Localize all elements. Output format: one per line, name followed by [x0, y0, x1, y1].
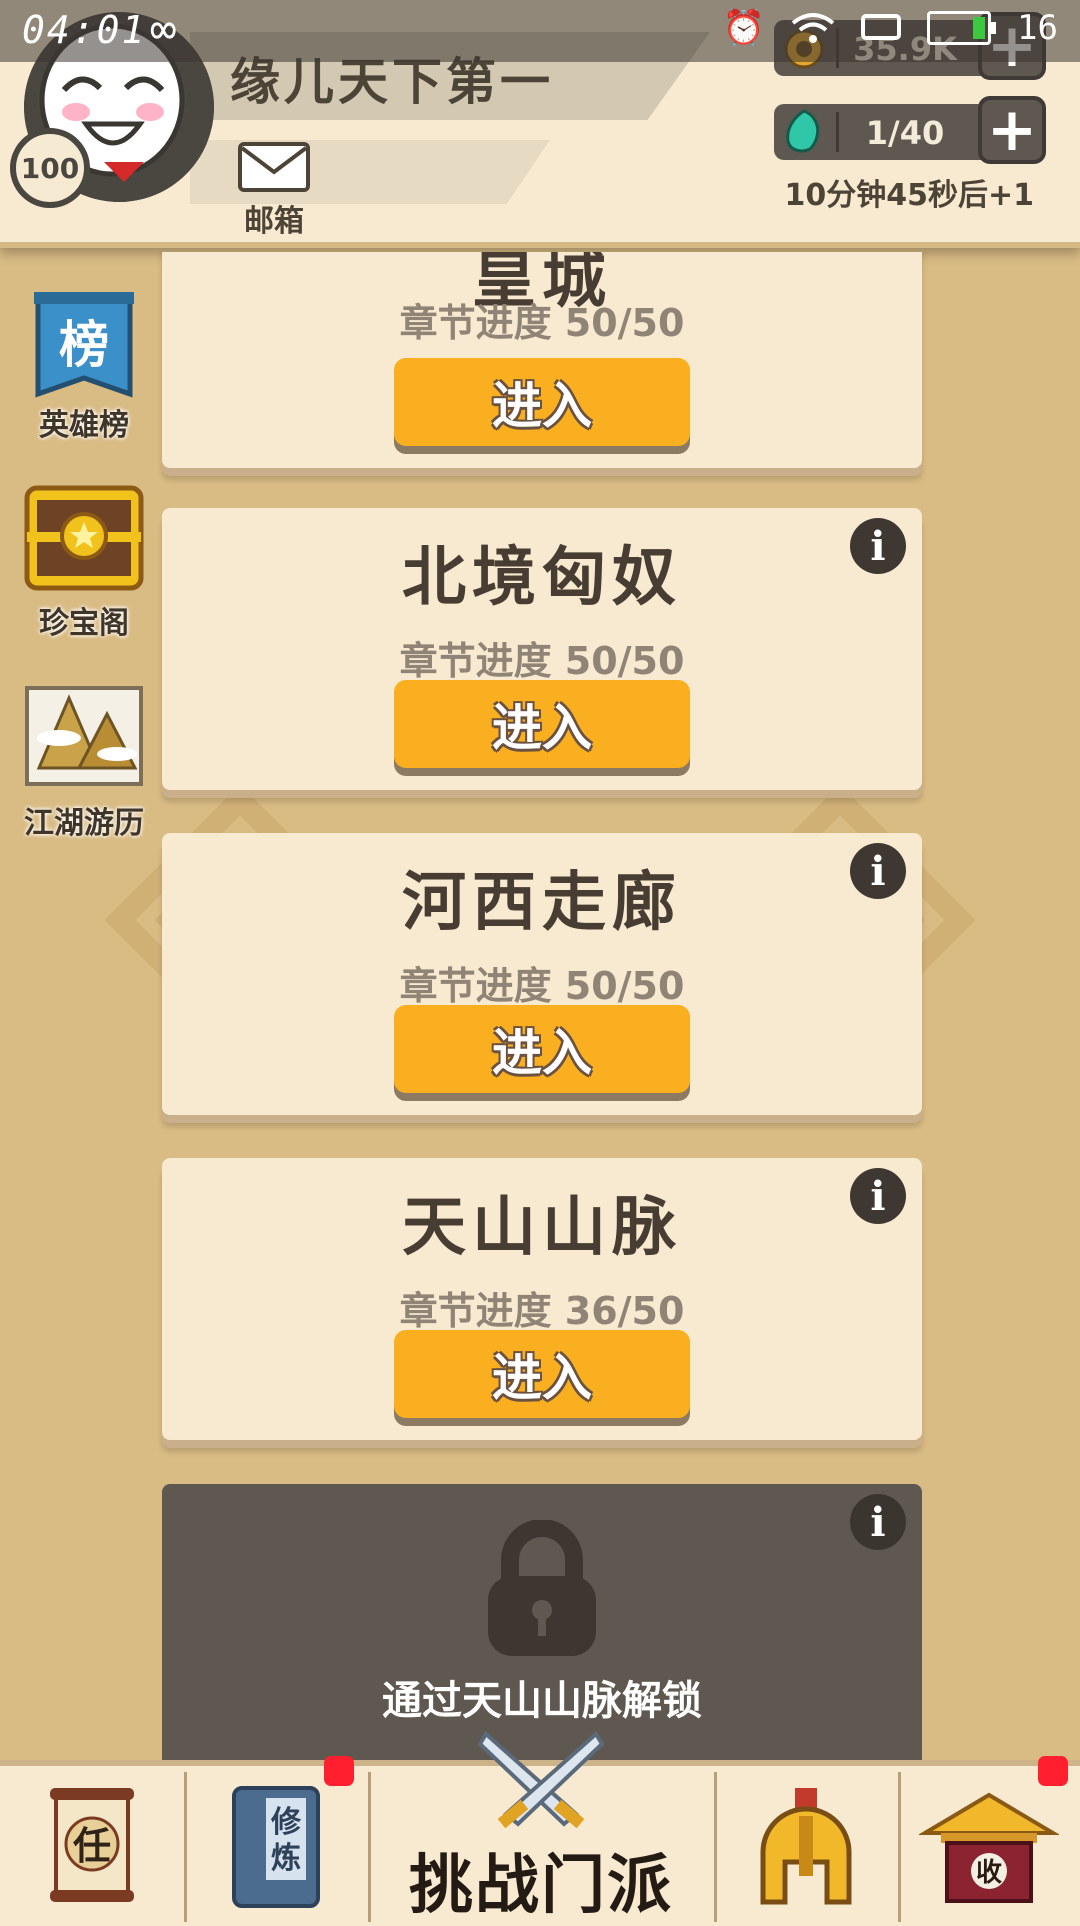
- svg-text:炼: 炼: [271, 1841, 301, 1876]
- chapter-progress: 章节进度 50/50: [399, 964, 685, 1008]
- chapter-title: 北境匈奴: [402, 541, 682, 615]
- info-icon[interactable]: i: [850, 1168, 906, 1224]
- chapter-title: 河西走廊: [402, 866, 682, 940]
- jade-energy-icon: [786, 109, 820, 153]
- status-bar: 04:01 ∞ ⏰ 16: [0, 0, 1080, 62]
- clock: 04:01: [22, 8, 147, 52]
- screen-cast-icon: [861, 14, 902, 40]
- svg-text:任: 任: [73, 1824, 111, 1868]
- mail-button[interactable]: 邮箱: [232, 140, 316, 240]
- chapter-card: 河西走廊 章节进度 50/50 进入 i: [162, 833, 922, 1115]
- task-scroll-icon: 任: [50, 1788, 134, 1902]
- tab-tasks[interactable]: 任: [0, 1772, 187, 1922]
- svg-text:修: 修: [270, 1805, 302, 1840]
- info-icon[interactable]: i: [850, 1494, 906, 1550]
- hero-ranking-button[interactable]: 榜 英雄榜: [14, 290, 154, 444]
- envelope-icon: [238, 142, 310, 192]
- notification-dot: [1038, 1756, 1068, 1786]
- chapter-progress: 章节进度 50/50: [399, 301, 685, 345]
- tab-collect[interactable]: 收: [898, 1756, 1080, 1922]
- svg-text:榜: 榜: [59, 316, 109, 374]
- practice-book-icon: 修 炼: [232, 1786, 320, 1908]
- battery-level: 16: [1017, 8, 1058, 48]
- tab-equipment[interactable]: [714, 1772, 901, 1922]
- pavilion-icon: 收: [919, 1792, 1059, 1903]
- wifi-icon: [791, 13, 835, 43]
- info-icon[interactable]: i: [850, 843, 906, 899]
- challenge-sect-label: 挑战门派: [409, 1849, 673, 1923]
- enter-button[interactable]: 进入: [394, 1005, 690, 1093]
- wander-jianghu-label: 江湖游历: [24, 806, 144, 841]
- level-badge: 100: [10, 128, 90, 208]
- chapter-card: 天山山脉 章节进度 36/50 进入 i: [162, 1158, 922, 1440]
- tab-practice[interactable]: 修 炼: [184, 1756, 371, 1922]
- hero-ranking-label: 英雄榜: [39, 408, 129, 443]
- golden-helmet-icon: [760, 1788, 852, 1905]
- unlock-hint: 通过天山山脉解锁: [382, 1678, 702, 1724]
- notification-dot: [324, 1756, 354, 1786]
- crossed-swords-icon: [477, 1730, 605, 1829]
- energy-timer: 10分钟45秒后+1: [784, 178, 1034, 213]
- energy-value: 1/40: [865, 114, 945, 152]
- svg-text:收: 收: [976, 1858, 1002, 1888]
- chapter-card: 北境匈奴 章节进度 50/50 进入 i: [162, 508, 922, 790]
- alarm-icon: ⏰: [722, 8, 766, 48]
- wander-jianghu-button[interactable]: 江湖游历: [14, 668, 154, 842]
- add-energy-button[interactable]: +: [978, 96, 1046, 164]
- enter-button[interactable]: 进入: [394, 358, 690, 446]
- enter-button[interactable]: 进入: [394, 680, 690, 768]
- enter-button[interactable]: 进入: [394, 1330, 690, 1418]
- infinity-icon: ∞: [150, 4, 177, 55]
- treasure-chest-icon: [24, 485, 144, 591]
- chapter-title: 天山山脉: [402, 1191, 682, 1265]
- energy-counter: 1/40 +: [774, 96, 1046, 164]
- treasure-pavilion-label: 珍宝阁: [39, 606, 129, 641]
- energy-separator: [836, 112, 839, 152]
- lock-icon: [488, 1520, 596, 1656]
- mountain-scroll-icon: [25, 686, 143, 786]
- bottom-nav: 任 修 炼 挑战门派 收: [0, 1730, 1080, 1926]
- ranking-banner-icon: 榜: [34, 292, 134, 398]
- info-icon[interactable]: i: [850, 518, 906, 574]
- treasure-pavilion-button[interactable]: 珍宝阁: [14, 478, 154, 642]
- chapter-progress: 章节进度 36/50: [399, 1289, 685, 1333]
- battery-icon: [927, 11, 997, 45]
- chapter-progress: 章节进度 50/50: [399, 639, 685, 683]
- tab-challenge-sect[interactable]: 挑战门派: [368, 1730, 717, 1923]
- mail-label: 邮箱: [244, 204, 304, 239]
